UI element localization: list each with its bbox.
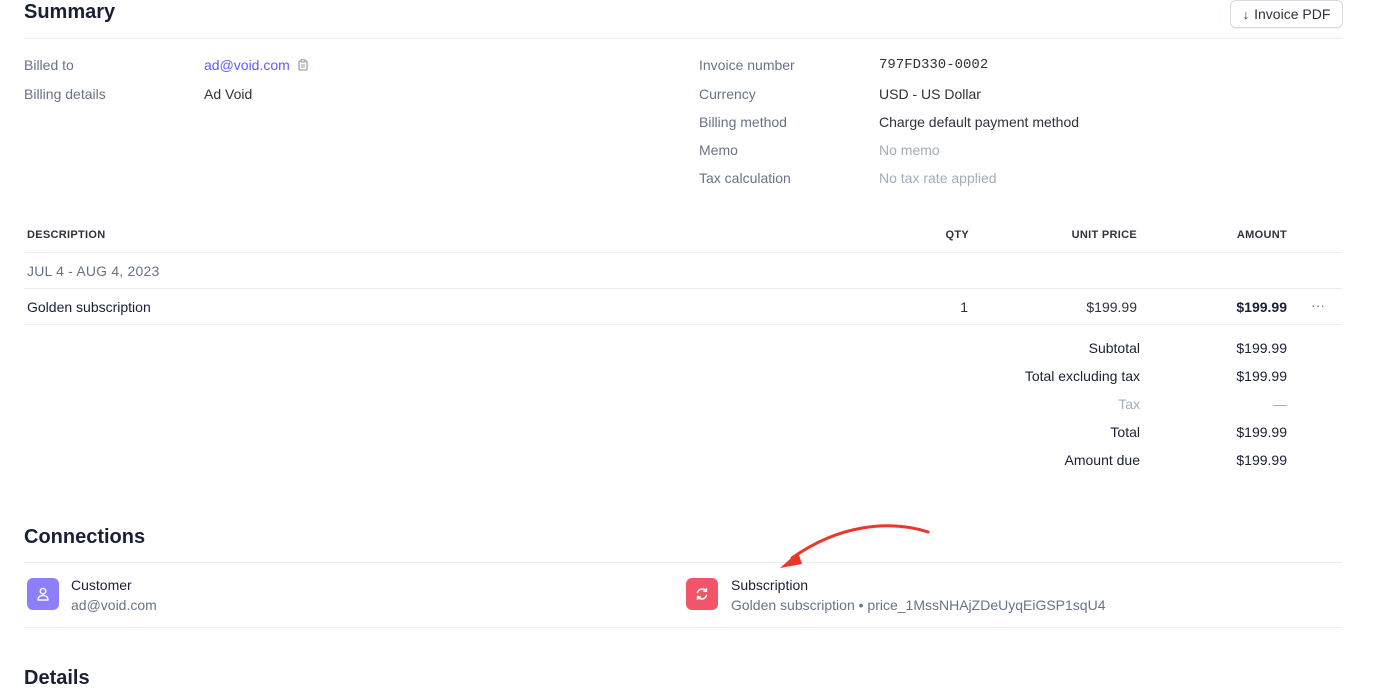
details-title: Details <box>24 667 90 689</box>
currency-value: USD - US Dollar <box>879 86 981 102</box>
subscription-connection-title[interactable]: Subscription <box>731 577 808 593</box>
invoice-pdf-button[interactable]: ↓ Invoice PDF <box>1230 0 1343 28</box>
invoice-number-label: Invoice number <box>699 57 795 73</box>
subtotal-label: Subtotal <box>1088 340 1140 356</box>
billing-details-label: Billing details <box>24 86 106 102</box>
billing-method-label: Billing method <box>699 114 787 130</box>
line-item-unit-price: $199.99 <box>1086 299 1137 315</box>
column-header-unit-price: UNIT PRICE <box>1071 229 1137 241</box>
total-label: Total <box>1110 424 1140 440</box>
memo-value: No memo <box>879 142 940 158</box>
tax-calculation-label: Tax calculation <box>699 170 791 186</box>
line-item-divider <box>24 324 1342 325</box>
billing-details-value: Ad Void <box>204 86 253 102</box>
row-more-icon[interactable]: ··· <box>1311 297 1325 313</box>
customer-icon <box>27 578 59 610</box>
line-item-description: Golden subscription <box>27 299 151 315</box>
summary-title: Summary <box>24 1 116 23</box>
amount-due-label: Amount due <box>1064 452 1141 468</box>
period-divider <box>24 288 1342 289</box>
subscription-icon <box>686 578 718 610</box>
total-value: $199.99 <box>1236 424 1287 440</box>
connections-title: Connections <box>24 526 146 548</box>
connections-divider <box>24 562 1342 563</box>
amount-due-value: $199.99 <box>1236 452 1287 468</box>
subscription-connection-details: Golden subscription • price_1MssNHAjZDeU… <box>731 597 1106 613</box>
currency-label: Currency <box>699 86 756 102</box>
column-header-qty: QTY <box>945 229 969 241</box>
download-arrow-icon: ↓ <box>1242 6 1250 22</box>
line-item-qty: 1 <box>960 299 968 315</box>
billing-period: JUL 4 - AUG 4, 2023 <box>27 263 160 279</box>
total-excluding-tax-value: $199.99 <box>1236 368 1287 384</box>
memo-label: Memo <box>699 142 738 158</box>
tax-calculation-value: No tax rate applied <box>879 170 997 186</box>
subtotal-value: $199.99 <box>1236 340 1287 356</box>
connections-bottom-divider <box>24 627 1342 628</box>
line-item-amount: $199.99 <box>1236 299 1287 315</box>
invoice-number-value: 797FD330-0002 <box>879 57 989 73</box>
annotation-arrow-icon <box>780 524 930 568</box>
customer-connection-email: ad@void.com <box>71 597 157 613</box>
tax-value: — <box>1273 396 1287 412</box>
customer-connection-title[interactable]: Customer <box>71 577 132 593</box>
column-header-amount: AMOUNT <box>1236 229 1287 241</box>
table-header-divider <box>24 252 1342 253</box>
tax-label: Tax <box>1118 396 1140 412</box>
billing-method-value: Charge default payment method <box>879 114 1080 130</box>
invoice-pdf-label: Invoice PDF <box>1254 6 1331 22</box>
billed-to-label: Billed to <box>24 57 74 73</box>
column-header-description: DESCRIPTION <box>27 229 106 241</box>
billed-to-email-link[interactable]: ad@void.com <box>204 57 290 73</box>
summary-divider <box>24 38 1342 39</box>
copy-icon[interactable] <box>298 58 308 74</box>
total-excluding-tax-label: Total excluding tax <box>1024 368 1140 384</box>
billed-to-value: ad@void.com <box>204 57 308 74</box>
